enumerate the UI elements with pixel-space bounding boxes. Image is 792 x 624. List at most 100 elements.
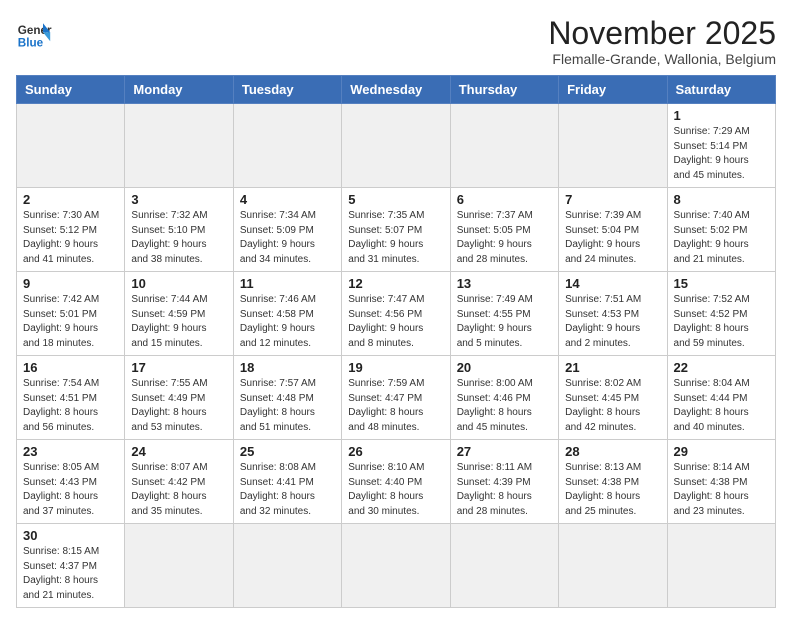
day-number: 28 [565,444,660,459]
calendar-cell-w3-d6: 14 Sunrise: 7:51 AM Sunset: 4:53 PM Dayli… [559,272,667,356]
calendar-cell-w5-d7: 29 Sunrise: 8:14 AM Sunset: 4:38 PM Dayli… [667,440,775,524]
calendar-cell-w1-d7: 1Sunrise: 7:29 AM Sunset: 5:14 PM Daylig… [667,104,775,188]
day-info: Sunrise: 8:02 AM Sunset: 4:45 PM Dayligh… [565,377,660,435]
day-number: 23 [23,444,118,459]
day-info: Sunrise: 7:57 AM Sunset: 4:48 PM Dayligh… [240,377,335,435]
day-info: Sunrise: 7:54 AM Sunset: 4:51 PM Dayligh… [23,377,118,435]
day-info: Sunrise: 8:13 AM Sunset: 4:38 PM Dayligh… [565,461,660,519]
header-thursday: Thursday [450,76,558,104]
day-info: Sunrise: 7:42 AM Sunset: 5:01 PM Dayligh… [23,293,118,351]
day-info: Sunrise: 8:07 AM Sunset: 4:42 PM Dayligh… [131,461,226,519]
day-info: Sunrise: 7:39 AM Sunset: 5:04 PM Dayligh… [565,209,660,267]
calendar-cell-w5-d4: 26 Sunrise: 8:10 AM Sunset: 4:40 PM Dayli… [342,440,450,524]
day-number: 19 [348,360,443,375]
day-info: Sunrise: 7:47 AM Sunset: 4:56 PM Dayligh… [348,293,443,351]
day-info: Sunrise: 8:10 AM Sunset: 4:40 PM Dayligh… [348,461,443,519]
day-info: Sunrise: 7:35 AM Sunset: 5:07 PM Dayligh… [348,209,443,267]
day-number: 4 [240,192,335,207]
calendar-cell-w1-d5 [450,104,558,188]
day-info: Sunrise: 8:15 AM Sunset: 4:37 PM Dayligh… [23,545,118,603]
day-info: Sunrise: 7:55 AM Sunset: 4:49 PM Dayligh… [131,377,226,435]
header-monday: Monday [125,76,233,104]
calendar-cell-w4-d1: 16 Sunrise: 7:54 AM Sunset: 4:51 PM Dayli… [17,356,125,440]
day-number: 8 [674,192,769,207]
day-info: Sunrise: 7:40 AM Sunset: 5:02 PM Dayligh… [674,209,769,267]
day-info: Sunrise: 7:37 AM Sunset: 5:05 PM Dayligh… [457,209,552,267]
day-number: 21 [565,360,660,375]
day-number: 24 [131,444,226,459]
day-number: 15 [674,276,769,291]
calendar-cell-w3-d7: 15Sunrise: 7:52 AM Sunset: 4:52 PM Dayli… [667,272,775,356]
day-info: Sunrise: 7:51 AM Sunset: 4:53 PM Dayligh… [565,293,660,351]
calendar-cell-w3-d2: 10Sunrise: 7:44 AM Sunset: 4:59 PM Dayli… [125,272,233,356]
location-subtitle: Flemalle-Grande, Wallonia, Belgium [548,51,776,67]
calendar-cell-w4-d4: 19Sunrise: 7:59 AM Sunset: 4:47 PM Dayli… [342,356,450,440]
header-wednesday: Wednesday [342,76,450,104]
calendar-cell-w6-d2 [125,524,233,608]
day-number: 14 [565,276,660,291]
calendar-cell-w6-d1: 30 Sunrise: 8:15 AM Sunset: 4:37 PM Dayli… [17,524,125,608]
day-number: 26 [348,444,443,459]
day-number: 25 [240,444,335,459]
day-number: 1 [674,108,769,123]
page-header: General Blue November 2025 Flemalle-Gran… [16,16,776,67]
day-number: 6 [457,192,552,207]
day-number: 5 [348,192,443,207]
calendar-cell-w6-d4 [342,524,450,608]
calendar-cell-w6-d7 [667,524,775,608]
calendar-cell-w1-d4 [342,104,450,188]
calendar-cell-w5-d1: 23 Sunrise: 8:05 AM Sunset: 4:43 PM Dayli… [17,440,125,524]
day-number: 11 [240,276,335,291]
calendar-cell-w1-d3 [233,104,341,188]
logo: General Blue [16,16,52,52]
day-number: 18 [240,360,335,375]
week-row-1: 1Sunrise: 7:29 AM Sunset: 5:14 PM Daylig… [17,104,776,188]
day-number: 29 [674,444,769,459]
day-number: 2 [23,192,118,207]
day-info: Sunrise: 8:04 AM Sunset: 4:44 PM Dayligh… [674,377,769,435]
calendar-cell-w5-d2: 24 Sunrise: 8:07 AM Sunset: 4:42 PM Dayli… [125,440,233,524]
calendar-cell-w4-d6: 21 Sunrise: 8:02 AM Sunset: 4:45 PM Dayli… [559,356,667,440]
day-number: 9 [23,276,118,291]
day-info: Sunrise: 8:14 AM Sunset: 4:38 PM Dayligh… [674,461,769,519]
header-saturday: Saturday [667,76,775,104]
calendar-cell-w2-d4: 5 Sunrise: 7:35 AM Sunset: 5:07 PM Daylig… [342,188,450,272]
day-info: Sunrise: 7:44 AM Sunset: 4:59 PM Dayligh… [131,293,226,351]
day-info: Sunrise: 7:34 AM Sunset: 5:09 PM Dayligh… [240,209,335,267]
svg-text:Blue: Blue [18,37,44,50]
calendar-cell-w5-d5: 27 Sunrise: 8:11 AM Sunset: 4:39 PM Dayli… [450,440,558,524]
day-info: Sunrise: 8:11 AM Sunset: 4:39 PM Dayligh… [457,461,552,519]
calendar-cell-w4-d5: 20 Sunrise: 8:00 AM Sunset: 4:46 PM Dayli… [450,356,558,440]
day-number: 3 [131,192,226,207]
calendar-cell-w3-d4: 12Sunrise: 7:47 AM Sunset: 4:56 PM Dayli… [342,272,450,356]
calendar-cell-w4-d2: 17 Sunrise: 7:55 AM Sunset: 4:49 PM Dayli… [125,356,233,440]
day-number: 20 [457,360,552,375]
calendar-cell-w2-d1: 2Sunrise: 7:30 AM Sunset: 5:12 PM Daylig… [17,188,125,272]
day-number: 17 [131,360,226,375]
calendar-cell-w3-d1: 9 Sunrise: 7:42 AM Sunset: 5:01 PM Daylig… [17,272,125,356]
day-number: 16 [23,360,118,375]
day-number: 30 [23,528,118,543]
logo-icon: General Blue [16,16,52,52]
day-info: Sunrise: 8:00 AM Sunset: 4:46 PM Dayligh… [457,377,552,435]
calendar-cell-w1-d1 [17,104,125,188]
day-info: Sunrise: 8:05 AM Sunset: 4:43 PM Dayligh… [23,461,118,519]
week-row-3: 9 Sunrise: 7:42 AM Sunset: 5:01 PM Daylig… [17,272,776,356]
calendar-cell-w2-d5: 6 Sunrise: 7:37 AM Sunset: 5:05 PM Daylig… [450,188,558,272]
calendar-cell-w2-d3: 4 Sunrise: 7:34 AM Sunset: 5:09 PM Daylig… [233,188,341,272]
day-number: 7 [565,192,660,207]
day-info: Sunrise: 7:49 AM Sunset: 4:55 PM Dayligh… [457,293,552,351]
calendar-cell-w2-d2: 3 Sunrise: 7:32 AM Sunset: 5:10 PM Daylig… [125,188,233,272]
week-row-4: 16 Sunrise: 7:54 AM Sunset: 4:51 PM Dayli… [17,356,776,440]
header-friday: Friday [559,76,667,104]
day-number: 27 [457,444,552,459]
day-info: Sunrise: 7:32 AM Sunset: 5:10 PM Dayligh… [131,209,226,267]
calendar-cell-w3-d3: 11Sunrise: 7:46 AM Sunset: 4:58 PM Dayli… [233,272,341,356]
calendar-cell-w2-d7: 8 Sunrise: 7:40 AM Sunset: 5:02 PM Daylig… [667,188,775,272]
week-row-6: 30 Sunrise: 8:15 AM Sunset: 4:37 PM Dayli… [17,524,776,608]
calendar-header-row: Sunday Monday Tuesday Wednesday Thursday… [17,76,776,104]
day-number: 13 [457,276,552,291]
week-row-2: 2Sunrise: 7:30 AM Sunset: 5:12 PM Daylig… [17,188,776,272]
day-info: Sunrise: 8:08 AM Sunset: 4:41 PM Dayligh… [240,461,335,519]
calendar-cell-w6-d3 [233,524,341,608]
